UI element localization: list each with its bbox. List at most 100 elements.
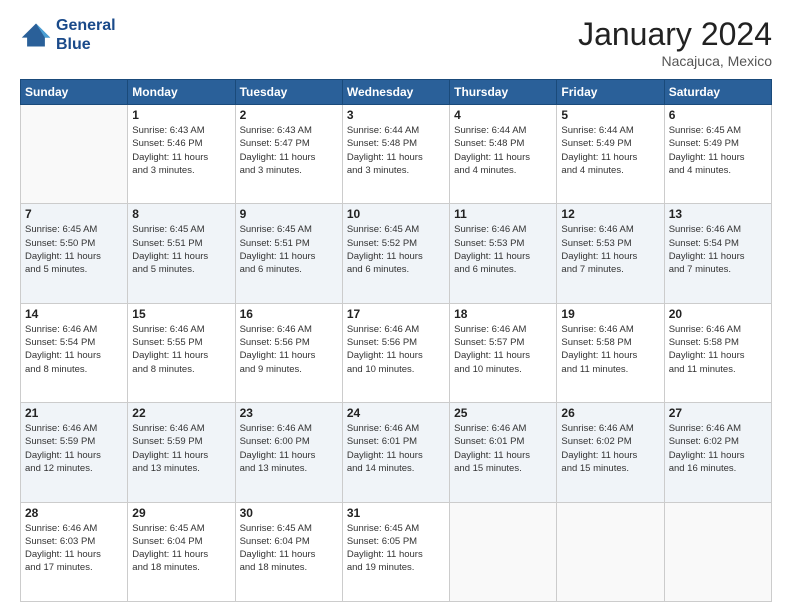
calendar-cell: 26 Sunrise: 6:46 AM Sunset: 6:02 PM Dayli… [557,403,664,502]
day-number: 17 [347,307,445,321]
day-info: Sunrise: 6:44 AM Sunset: 5:48 PM Dayligh… [454,124,552,177]
calendar-table: SundayMondayTuesdayWednesdayThursdayFrid… [20,79,772,602]
day-number: 9 [240,207,338,221]
calendar-cell: 2 Sunrise: 6:43 AM Sunset: 5:47 PM Daylig… [235,105,342,204]
calendar-weekday-friday: Friday [557,80,664,105]
calendar-cell: 24 Sunrise: 6:46 AM Sunset: 6:01 PM Dayli… [342,403,449,502]
calendar-cell: 5 Sunrise: 6:44 AM Sunset: 5:49 PM Daylig… [557,105,664,204]
day-info: Sunrise: 6:43 AM Sunset: 5:47 PM Dayligh… [240,124,338,177]
calendar-week-row: 7Sunrise: 6:45 AM Sunset: 5:50 PM Daylig… [21,204,772,303]
logo-text: General Blue [56,16,116,54]
day-number: 1 [132,108,230,122]
day-info: Sunrise: 6:46 AM Sunset: 5:56 PM Dayligh… [347,323,445,376]
day-info: Sunrise: 6:46 AM Sunset: 6:01 PM Dayligh… [347,422,445,475]
day-info: Sunrise: 6:46 AM Sunset: 6:02 PM Dayligh… [561,422,659,475]
day-info: Sunrise: 6:45 AM Sunset: 5:50 PM Dayligh… [25,223,123,276]
day-number: 25 [454,406,552,420]
calendar-cell: 31 Sunrise: 6:45 AM Sunset: 6:05 PM Dayli… [342,502,449,601]
day-info: Sunrise: 6:46 AM Sunset: 6:01 PM Dayligh… [454,422,552,475]
day-number: 15 [132,307,230,321]
calendar-week-row: 28Sunrise: 6:46 AM Sunset: 6:03 PM Dayli… [21,502,772,601]
calendar-cell: 30Sunrise: 6:45 AM Sunset: 6:04 PM Dayli… [235,502,342,601]
calendar-cell: 17 Sunrise: 6:46 AM Sunset: 5:56 PM Dayli… [342,303,449,402]
day-info: Sunrise: 6:45 AM Sunset: 5:49 PM Dayligh… [669,124,767,177]
calendar-cell: 28Sunrise: 6:46 AM Sunset: 6:03 PM Dayli… [21,502,128,601]
day-info: Sunrise: 6:43 AM Sunset: 5:46 PM Dayligh… [132,124,230,177]
logo: General Blue [20,16,116,54]
calendar-cell: 25 Sunrise: 6:46 AM Sunset: 6:01 PM Dayli… [450,403,557,502]
day-number: 30 [240,506,338,520]
calendar-header-row: SundayMondayTuesdayWednesdayThursdayFrid… [21,80,772,105]
calendar-cell: 19 Sunrise: 6:46 AM Sunset: 5:58 PM Dayli… [557,303,664,402]
day-number: 16 [240,307,338,321]
calendar-cell [557,502,664,601]
header: General Blue January 2024 Nacajuca, Mexi… [20,16,772,69]
day-number: 26 [561,406,659,420]
day-number: 13 [669,207,767,221]
day-info: Sunrise: 6:46 AM Sunset: 5:58 PM Dayligh… [561,323,659,376]
month-year: January 2024 [578,16,772,53]
day-info: Sunrise: 6:46 AM Sunset: 5:59 PM Dayligh… [132,422,230,475]
calendar-weekday-sunday: Sunday [21,80,128,105]
calendar-cell: 3 Sunrise: 6:44 AM Sunset: 5:48 PM Daylig… [342,105,449,204]
day-number: 8 [132,207,230,221]
day-number: 14 [25,307,123,321]
calendar-cell: 27 Sunrise: 6:46 AM Sunset: 6:02 PM Dayli… [664,403,771,502]
day-info: Sunrise: 6:46 AM Sunset: 5:54 PM Dayligh… [669,223,767,276]
calendar-cell [664,502,771,601]
day-number: 11 [454,207,552,221]
day-info: Sunrise: 6:46 AM Sunset: 5:55 PM Dayligh… [132,323,230,376]
calendar-cell: 8Sunrise: 6:45 AM Sunset: 5:51 PM Daylig… [128,204,235,303]
day-number: 23 [240,406,338,420]
page: General Blue January 2024 Nacajuca, Mexi… [0,0,792,612]
day-number: 18 [454,307,552,321]
calendar-cell [21,105,128,204]
calendar-weekday-monday: Monday [128,80,235,105]
day-info: Sunrise: 6:45 AM Sunset: 6:05 PM Dayligh… [347,522,445,575]
day-number: 28 [25,506,123,520]
day-info: Sunrise: 6:46 AM Sunset: 5:54 PM Dayligh… [25,323,123,376]
day-number: 22 [132,406,230,420]
day-number: 20 [669,307,767,321]
day-info: Sunrise: 6:45 AM Sunset: 6:04 PM Dayligh… [132,522,230,575]
calendar-week-row: 21 Sunrise: 6:46 AM Sunset: 5:59 PM Dayli… [21,403,772,502]
day-number: 19 [561,307,659,321]
calendar-cell: 20 Sunrise: 6:46 AM Sunset: 5:58 PM Dayli… [664,303,771,402]
calendar-cell: 10 Sunrise: 6:45 AM Sunset: 5:52 PM Dayli… [342,204,449,303]
day-info: Sunrise: 6:46 AM Sunset: 5:53 PM Dayligh… [561,223,659,276]
day-info: Sunrise: 6:44 AM Sunset: 5:48 PM Dayligh… [347,124,445,177]
day-info: Sunrise: 6:44 AM Sunset: 5:49 PM Dayligh… [561,124,659,177]
day-number: 31 [347,506,445,520]
day-info: Sunrise: 6:46 AM Sunset: 5:53 PM Dayligh… [454,223,552,276]
calendar-cell: 6 Sunrise: 6:45 AM Sunset: 5:49 PM Daylig… [664,105,771,204]
day-number: 24 [347,406,445,420]
calendar-cell: 29Sunrise: 6:45 AM Sunset: 6:04 PM Dayli… [128,502,235,601]
day-number: 27 [669,406,767,420]
day-info: Sunrise: 6:46 AM Sunset: 6:02 PM Dayligh… [669,422,767,475]
calendar-cell: 12Sunrise: 6:46 AM Sunset: 5:53 PM Dayli… [557,204,664,303]
day-number: 2 [240,108,338,122]
day-info: Sunrise: 6:45 AM Sunset: 5:51 PM Dayligh… [240,223,338,276]
day-number: 3 [347,108,445,122]
calendar-cell: 9 Sunrise: 6:45 AM Sunset: 5:51 PM Daylig… [235,204,342,303]
calendar-cell [450,502,557,601]
day-info: Sunrise: 6:46 AM Sunset: 5:57 PM Dayligh… [454,323,552,376]
calendar-cell: 11 Sunrise: 6:46 AM Sunset: 5:53 PM Dayli… [450,204,557,303]
calendar-weekday-thursday: Thursday [450,80,557,105]
day-info: Sunrise: 6:46 AM Sunset: 5:56 PM Dayligh… [240,323,338,376]
calendar-weekday-saturday: Saturday [664,80,771,105]
day-number: 21 [25,406,123,420]
calendar-cell: 16 Sunrise: 6:46 AM Sunset: 5:56 PM Dayli… [235,303,342,402]
logo-icon [20,21,52,49]
calendar-week-row: 14 Sunrise: 6:46 AM Sunset: 5:54 PM Dayli… [21,303,772,402]
day-number: 10 [347,207,445,221]
calendar-cell: 21 Sunrise: 6:46 AM Sunset: 5:59 PM Dayli… [21,403,128,502]
day-number: 6 [669,108,767,122]
calendar-cell: 4Sunrise: 6:44 AM Sunset: 5:48 PM Daylig… [450,105,557,204]
day-number: 5 [561,108,659,122]
day-info: Sunrise: 6:46 AM Sunset: 5:59 PM Dayligh… [25,422,123,475]
day-info: Sunrise: 6:46 AM Sunset: 5:58 PM Dayligh… [669,323,767,376]
calendar-cell: 14 Sunrise: 6:46 AM Sunset: 5:54 PM Dayli… [21,303,128,402]
title-block: January 2024 Nacajuca, Mexico [578,16,772,69]
day-info: Sunrise: 6:45 AM Sunset: 5:52 PM Dayligh… [347,223,445,276]
